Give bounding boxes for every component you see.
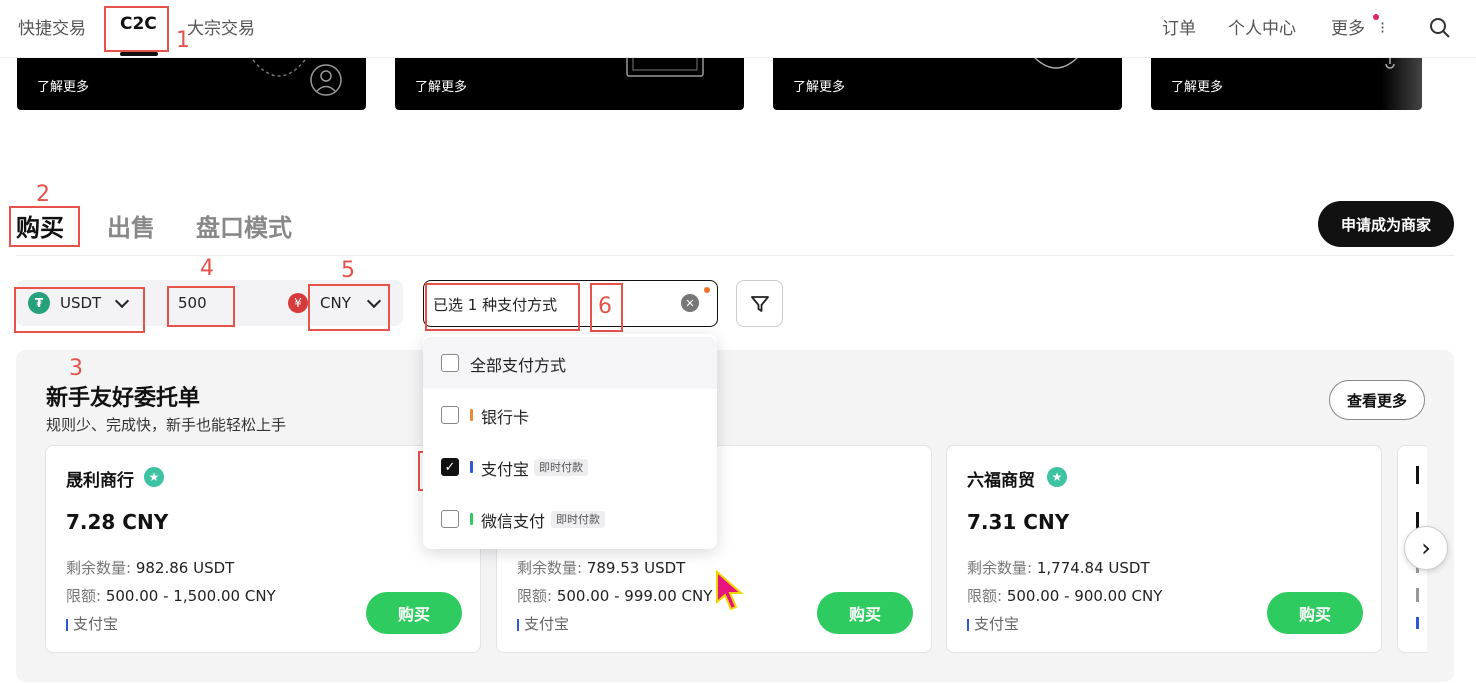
option-label: 微信支付 xyxy=(481,512,546,531)
option-wechat-pay[interactable]: 微信支付 即时付款 xyxy=(423,493,717,545)
merchant-name[interactable]: 晟利商行 xyxy=(66,466,134,491)
buy-button[interactable]: 购买 xyxy=(817,592,913,634)
checkbox[interactable] xyxy=(441,510,459,528)
option-label: 银行卡 xyxy=(481,408,530,427)
user-icon xyxy=(310,64,342,96)
clear-icon[interactable]: ✕ xyxy=(681,294,699,312)
tab-buy[interactable]: 购买 xyxy=(16,208,64,243)
option-all-payments[interactable]: 全部支付方式 xyxy=(423,337,717,389)
gear-icon xyxy=(252,59,306,77)
top-nav: 快捷交易 C2C 大宗交易 订单 个人中心 更多 ⁝ xyxy=(0,0,1476,58)
offer-card: 六福商贸 ★ 7.31 CNY 剩余数量: 1,774.84 USDT 限额: … xyxy=(946,445,1382,653)
offer-card: 晟利商行 ★ 7.28 CNY 剩余数量: 982.86 USDT 限额: 50… xyxy=(45,445,481,653)
become-merchant-button[interactable]: 申请成为商家 xyxy=(1318,201,1454,247)
more-dots-icon[interactable]: ⁝ xyxy=(1380,18,1385,37)
amount-input[interactable]: 500 xyxy=(178,294,207,312)
partial-card-text xyxy=(1416,466,1419,484)
mouse-cursor-icon xyxy=(716,570,744,611)
tab-sell[interactable]: 出售 xyxy=(107,208,155,243)
annotation-number: 6 xyxy=(598,294,612,319)
checkbox[interactable] xyxy=(441,354,459,372)
nav-more[interactable]: 更多 xyxy=(1331,14,1365,39)
annotation-number: 2 xyxy=(36,182,50,207)
tether-icon: ₮ xyxy=(28,292,50,314)
merchant-name[interactable]: 六福商贸 xyxy=(967,466,1035,491)
banner-learn-more[interactable]: 了解更多 xyxy=(37,76,89,95)
nav-block-trade[interactable]: 大宗交易 xyxy=(187,14,255,39)
section-title: 新手友好委托单 xyxy=(46,386,201,411)
lock-icon xyxy=(1385,58,1395,69)
promo-banner-2[interactable]: 了解更多 xyxy=(395,58,744,110)
instant-pay-tag: 即时付款 xyxy=(551,511,605,528)
checkbox-checked[interactable]: ✓ xyxy=(441,458,459,476)
banner-learn-more[interactable]: 了解更多 xyxy=(793,76,845,95)
partial-card-text xyxy=(1416,617,1419,629)
notification-dot xyxy=(1373,14,1379,20)
currency-select[interactable]: CNY xyxy=(320,294,351,312)
section-subtitle: 规则少、完成快，新手也能轻松上手 xyxy=(46,416,287,434)
payment-color-bar xyxy=(470,409,473,421)
offer-price: 7.28 CNY xyxy=(66,510,169,534)
partial-card-text xyxy=(1416,588,1419,602)
promo-banner-3[interactable]: 了解更多 xyxy=(773,58,1122,110)
available-amount: 剩余数量: 789.53 USDT xyxy=(517,559,686,577)
filter-button[interactable] xyxy=(736,280,783,327)
payment-color-bar xyxy=(470,513,473,525)
currency-symbol: ¥ xyxy=(294,296,302,310)
checkbox[interactable] xyxy=(441,406,459,424)
coin-icon xyxy=(1034,58,1078,69)
option-alipay[interactable]: ✓ 支付宝 即时付款 xyxy=(423,441,717,493)
payment-select-label[interactable]: 已选 1 种支付方式 xyxy=(433,294,557,315)
view-more-button[interactable]: 查看更多 xyxy=(1329,380,1425,420)
payment-method-dropdown: 全部支付方式 银行卡 ✓ 支付宝 即时付款 微信支付 即时付款 xyxy=(423,334,717,549)
annotation-number: 4 xyxy=(200,256,214,281)
order-limit: 限额: 500.00 - 1,500.00 CNY xyxy=(66,587,276,605)
promo-banner-4[interactable]: 了解更多 xyxy=(1151,58,1422,110)
chevron-right-icon[interactable]: › xyxy=(1404,526,1448,570)
yen-icon: ¥ xyxy=(288,293,308,313)
coin-select[interactable]: USDT xyxy=(60,294,101,312)
promo-banner-1[interactable]: 了解更多 xyxy=(17,58,366,110)
nav-orders[interactable]: 订单 xyxy=(1162,14,1196,39)
option-label: 支付宝 xyxy=(481,460,530,479)
tab-divider xyxy=(16,255,1454,256)
device-icon xyxy=(626,58,704,77)
buy-button[interactable]: 购买 xyxy=(1267,592,1363,634)
filter-active-dot xyxy=(704,287,710,293)
banner-learn-more[interactable]: 了解更多 xyxy=(1171,76,1223,95)
funnel-icon xyxy=(750,295,769,312)
option-bank-card[interactable]: 银行卡 xyxy=(423,389,717,441)
offer-price: 7.31 CNY xyxy=(967,510,1070,534)
nav-quick-trade[interactable]: 快捷交易 xyxy=(18,14,86,39)
banner-learn-more[interactable]: 了解更多 xyxy=(415,76,467,95)
available-amount: 剩余数量: 982.86 USDT xyxy=(66,559,235,577)
nav-profile[interactable]: 个人中心 xyxy=(1228,14,1296,39)
nav-c2c[interactable]: C2C xyxy=(120,14,157,34)
annotation-number: 1 xyxy=(176,28,190,53)
verified-star-icon: ★ xyxy=(144,467,164,487)
annotation-number: 3 xyxy=(69,356,83,381)
payment-method: 支付宝 xyxy=(66,613,118,634)
tab-orderbook[interactable]: 盘口模式 xyxy=(196,208,292,243)
payment-color-bar xyxy=(470,461,473,473)
payment-method: 支付宝 xyxy=(517,613,569,634)
buy-button[interactable]: 购买 xyxy=(366,592,462,634)
annotation-number: 5 xyxy=(341,258,355,283)
order-limit: 限额: 500.00 - 900.00 CNY xyxy=(967,587,1163,605)
available-amount: 剩余数量: 1,774.84 USDT xyxy=(967,559,1150,577)
order-limit: 限额: 500.00 - 999.00 CNY xyxy=(517,587,713,605)
instant-pay-tag: 即时付款 xyxy=(534,459,588,476)
search-icon[interactable] xyxy=(1428,16,1452,40)
option-label: 全部支付方式 xyxy=(470,356,567,375)
verified-star-icon: ★ xyxy=(1047,467,1067,487)
payment-method: 支付宝 xyxy=(967,613,1019,634)
active-nav-underline xyxy=(120,52,158,56)
